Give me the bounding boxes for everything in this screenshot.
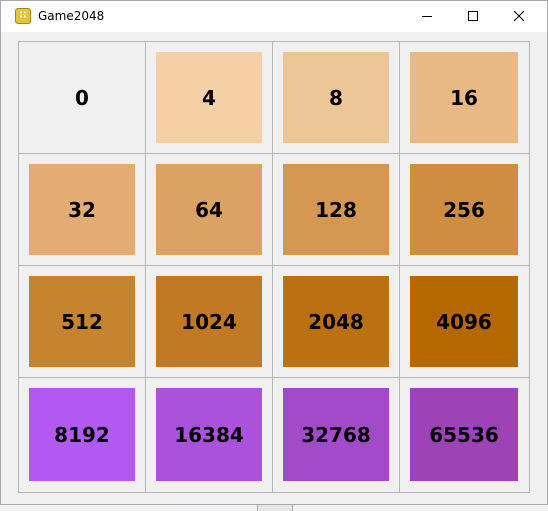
board-tile: 8 bbox=[283, 52, 389, 143]
board-tile: 32 bbox=[29, 164, 135, 255]
minimize-icon bbox=[422, 16, 432, 17]
close-icon bbox=[514, 11, 524, 21]
board-tile: 128 bbox=[283, 164, 389, 255]
board-tile: 16384 bbox=[156, 388, 262, 481]
board-tile: 2048 bbox=[283, 276, 389, 367]
board-tile: 0 bbox=[19, 42, 145, 153]
board-cell: 4 bbox=[146, 42, 273, 154]
board-cell: 16384 bbox=[146, 378, 273, 492]
board-cell: 65536 bbox=[400, 378, 529, 492]
board-cell: 1024 bbox=[146, 266, 273, 378]
game-window: ∷ Game2048 0 4 8 16 32 64 128 256 512 1024 2048 409… bbox=[0, 0, 548, 505]
game-app-icon: ∷ bbox=[15, 8, 31, 24]
maximize-icon bbox=[468, 11, 478, 21]
board-cell: 64 bbox=[146, 154, 273, 266]
minimize-button[interactable] bbox=[404, 1, 450, 32]
board-cell: 128 bbox=[273, 154, 400, 266]
board-tile: 1024 bbox=[156, 276, 262, 367]
board-tile: 16 bbox=[410, 52, 518, 143]
board-cell: 0 bbox=[19, 42, 146, 154]
window-title: Game2048 bbox=[38, 9, 105, 23]
board-tile: 4096 bbox=[410, 276, 518, 367]
board-tile: 8192 bbox=[29, 388, 135, 481]
board-cell: 2048 bbox=[273, 266, 400, 378]
board-cell: 256 bbox=[400, 154, 529, 266]
board-tile: 64 bbox=[156, 164, 262, 255]
game-board: 0 4 8 16 32 64 128 256 512 1024 2048 4096 8192 16384 3… bbox=[18, 41, 530, 493]
board-cell: 32768 bbox=[273, 378, 400, 492]
board-cell: 512 bbox=[19, 266, 146, 378]
title-bar[interactable]: ∷ Game2048 bbox=[1, 1, 547, 32]
board-cell: 32 bbox=[19, 154, 146, 266]
bottom-tab bbox=[257, 504, 293, 511]
maximize-button[interactable] bbox=[450, 1, 496, 32]
board-tile: 65536 bbox=[410, 388, 518, 481]
board-cell: 8192 bbox=[19, 378, 146, 492]
board-tile: 512 bbox=[29, 276, 135, 367]
board-tile: 4 bbox=[156, 52, 262, 143]
board-cell: 8 bbox=[273, 42, 400, 154]
close-button[interactable] bbox=[496, 1, 542, 32]
board-cell: 16 bbox=[400, 42, 529, 154]
board-cell: 4096 bbox=[400, 266, 529, 378]
board-tile: 32768 bbox=[283, 388, 389, 481]
board-tile: 256 bbox=[410, 164, 518, 255]
